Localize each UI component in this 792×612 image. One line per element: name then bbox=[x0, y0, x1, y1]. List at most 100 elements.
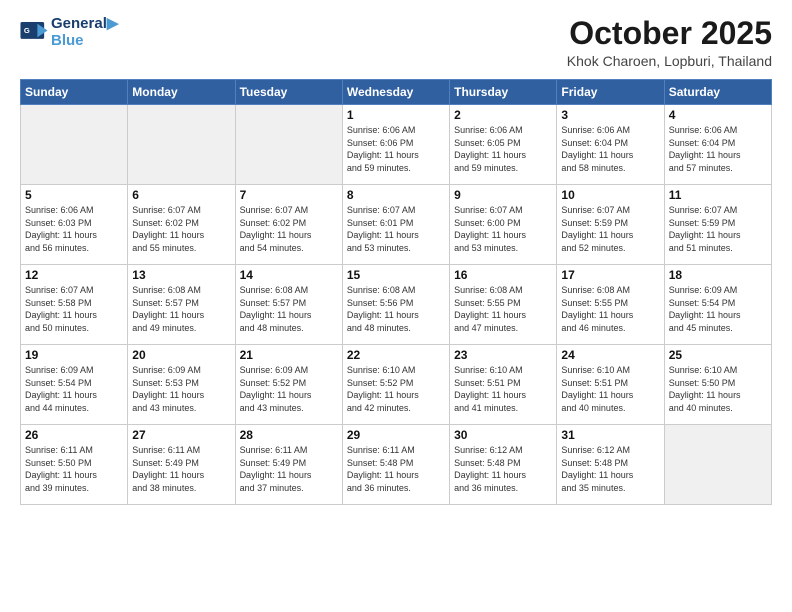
day-number: 11 bbox=[669, 188, 767, 202]
cell-info: Sunrise: 6:11 AMSunset: 5:49 PMDaylight:… bbox=[240, 444, 338, 494]
day-number: 5 bbox=[25, 188, 123, 202]
location: Khok Charoen, Lopburi, Thailand bbox=[567, 53, 772, 69]
day-number: 8 bbox=[347, 188, 445, 202]
cell-info: Sunrise: 6:07 AMSunset: 6:02 PMDaylight:… bbox=[240, 204, 338, 254]
calendar-week-row: 26 Sunrise: 6:11 AMSunset: 5:50 PMDayligh… bbox=[21, 425, 772, 505]
day-number: 3 bbox=[561, 108, 659, 122]
calendar-cell bbox=[128, 105, 235, 185]
weekday-header: Sunday bbox=[21, 80, 128, 105]
calendar-cell: 20 Sunrise: 6:09 AMSunset: 5:53 PMDayligh… bbox=[128, 345, 235, 425]
cell-info: Sunrise: 6:08 AMSunset: 5:55 PMDaylight:… bbox=[454, 284, 552, 334]
calendar-cell bbox=[21, 105, 128, 185]
calendar-cell: 9 Sunrise: 6:07 AMSunset: 6:00 PMDaylight… bbox=[450, 185, 557, 265]
calendar-cell bbox=[664, 425, 771, 505]
cell-info: Sunrise: 6:09 AMSunset: 5:54 PMDaylight:… bbox=[669, 284, 767, 334]
day-number: 19 bbox=[25, 348, 123, 362]
day-number: 1 bbox=[347, 108, 445, 122]
cell-info: Sunrise: 6:08 AMSunset: 5:56 PMDaylight:… bbox=[347, 284, 445, 334]
cell-info: Sunrise: 6:09 AMSunset: 5:53 PMDaylight:… bbox=[132, 364, 230, 414]
calendar-cell: 24Sunrise: 6:10 AMSunset: 5:51 PMDayligh… bbox=[557, 345, 664, 425]
day-number: 15 bbox=[347, 268, 445, 282]
logo-text: General▶ Blue bbox=[51, 16, 118, 49]
calendar-cell: 29Sunrise: 6:11 AMSunset: 5:48 PMDayligh… bbox=[342, 425, 449, 505]
day-number: 6 bbox=[132, 188, 230, 202]
calendar-cell: 1 Sunrise: 6:06 AMSunset: 6:06 PMDaylight… bbox=[342, 105, 449, 185]
calendar-cell: 11 Sunrise: 6:07 AMSunset: 5:59 PMDayligh… bbox=[664, 185, 771, 265]
cell-info: Sunrise: 6:07 AMSunset: 5:59 PMDaylight:… bbox=[669, 204, 767, 254]
page: G General▶ Blue October 2025 Khok Charoe… bbox=[0, 0, 792, 612]
cell-info: Sunrise: 6:06 AMSunset: 6:04 PMDaylight:… bbox=[669, 124, 767, 174]
day-number: 28 bbox=[240, 428, 338, 442]
day-number: 24 bbox=[561, 348, 659, 362]
weekday-row: SundayMondayTuesdayWednesdayThursdayFrid… bbox=[21, 80, 772, 105]
weekday-header: Monday bbox=[128, 80, 235, 105]
day-number: 7 bbox=[240, 188, 338, 202]
weekday-header: Saturday bbox=[664, 80, 771, 105]
day-number: 9 bbox=[454, 188, 552, 202]
day-number: 21 bbox=[240, 348, 338, 362]
cell-info: Sunrise: 6:10 AMSunset: 5:51 PMDaylight:… bbox=[454, 364, 552, 414]
day-number: 23 bbox=[454, 348, 552, 362]
calendar-week-row: 1 Sunrise: 6:06 AMSunset: 6:06 PMDaylight… bbox=[21, 105, 772, 185]
calendar-cell: 30 Sunrise: 6:12 AMSunset: 5:48 PMDayligh… bbox=[450, 425, 557, 505]
day-number: 12 bbox=[25, 268, 123, 282]
cell-info: Sunrise: 6:11 AMSunset: 5:49 PMDaylight:… bbox=[132, 444, 230, 494]
calendar-cell: 23 Sunrise: 6:10 AMSunset: 5:51 PMDayligh… bbox=[450, 345, 557, 425]
cell-info: Sunrise: 6:08 AMSunset: 5:55 PMDaylight:… bbox=[561, 284, 659, 334]
weekday-header: Wednesday bbox=[342, 80, 449, 105]
calendar-cell: 13 Sunrise: 6:08 AMSunset: 5:57 PMDayligh… bbox=[128, 265, 235, 345]
day-number: 2 bbox=[454, 108, 552, 122]
calendar-cell: 28 Sunrise: 6:11 AMSunset: 5:49 PMDayligh… bbox=[235, 425, 342, 505]
calendar-cell: 16Sunrise: 6:08 AMSunset: 5:55 PMDayligh… bbox=[450, 265, 557, 345]
calendar-table: SundayMondayTuesdayWednesdayThursdayFrid… bbox=[20, 79, 772, 505]
calendar-header: SundayMondayTuesdayWednesdayThursdayFrid… bbox=[21, 80, 772, 105]
day-number: 30 bbox=[454, 428, 552, 442]
title-block: October 2025 Khok Charoen, Lopburi, Thai… bbox=[567, 16, 772, 69]
weekday-header: Tuesday bbox=[235, 80, 342, 105]
day-number: 20 bbox=[132, 348, 230, 362]
day-number: 17 bbox=[561, 268, 659, 282]
cell-info: Sunrise: 6:07 AMSunset: 6:00 PMDaylight:… bbox=[454, 204, 552, 254]
calendar-body: 1 Sunrise: 6:06 AMSunset: 6:06 PMDaylight… bbox=[21, 105, 772, 505]
header: G General▶ Blue October 2025 Khok Charoe… bbox=[20, 16, 772, 69]
calendar-cell: 19Sunrise: 6:09 AMSunset: 5:54 PMDayligh… bbox=[21, 345, 128, 425]
cell-info: Sunrise: 6:07 AMSunset: 5:58 PMDaylight:… bbox=[25, 284, 123, 334]
calendar-cell: 27Sunrise: 6:11 AMSunset: 5:49 PMDayligh… bbox=[128, 425, 235, 505]
calendar-week-row: 19Sunrise: 6:09 AMSunset: 5:54 PMDayligh… bbox=[21, 345, 772, 425]
day-number: 31 bbox=[561, 428, 659, 442]
calendar-cell: 14Sunrise: 6:08 AMSunset: 5:57 PMDayligh… bbox=[235, 265, 342, 345]
day-number: 26 bbox=[25, 428, 123, 442]
calendar-cell: 8 Sunrise: 6:07 AMSunset: 6:01 PMDaylight… bbox=[342, 185, 449, 265]
cell-info: Sunrise: 6:12 AMSunset: 5:48 PMDaylight:… bbox=[454, 444, 552, 494]
calendar-cell: 21 Sunrise: 6:09 AMSunset: 5:52 PMDayligh… bbox=[235, 345, 342, 425]
cell-info: Sunrise: 6:07 AMSunset: 6:01 PMDaylight:… bbox=[347, 204, 445, 254]
cell-info: Sunrise: 6:06 AMSunset: 6:04 PMDaylight:… bbox=[561, 124, 659, 174]
calendar-cell: 18 Sunrise: 6:09 AMSunset: 5:54 PMDayligh… bbox=[664, 265, 771, 345]
calendar-cell: 12 Sunrise: 6:07 AMSunset: 5:58 PMDayligh… bbox=[21, 265, 128, 345]
calendar-cell: 25Sunrise: 6:10 AMSunset: 5:50 PMDayligh… bbox=[664, 345, 771, 425]
day-number: 18 bbox=[669, 268, 767, 282]
cell-info: Sunrise: 6:11 AMSunset: 5:48 PMDaylight:… bbox=[347, 444, 445, 494]
cell-info: Sunrise: 6:11 AMSunset: 5:50 PMDaylight:… bbox=[25, 444, 123, 494]
cell-info: Sunrise: 6:10 AMSunset: 5:52 PMDaylight:… bbox=[347, 364, 445, 414]
weekday-header: Friday bbox=[557, 80, 664, 105]
calendar-cell: 17 Sunrise: 6:08 AMSunset: 5:55 PMDayligh… bbox=[557, 265, 664, 345]
calendar-cell: 31 Sunrise: 6:12 AMSunset: 5:48 PMDayligh… bbox=[557, 425, 664, 505]
cell-info: Sunrise: 6:06 AMSunset: 6:06 PMDaylight:… bbox=[347, 124, 445, 174]
calendar-week-row: 5Sunrise: 6:06 AMSunset: 6:03 PMDaylight… bbox=[21, 185, 772, 265]
day-number: 25 bbox=[669, 348, 767, 362]
calendar-cell: 2Sunrise: 6:06 AMSunset: 6:05 PMDaylight… bbox=[450, 105, 557, 185]
cell-info: Sunrise: 6:12 AMSunset: 5:48 PMDaylight:… bbox=[561, 444, 659, 494]
cell-info: Sunrise: 6:08 AMSunset: 5:57 PMDaylight:… bbox=[132, 284, 230, 334]
calendar-cell: 10Sunrise: 6:07 AMSunset: 5:59 PMDayligh… bbox=[557, 185, 664, 265]
svg-text:G: G bbox=[24, 26, 30, 35]
weekday-header: Thursday bbox=[450, 80, 557, 105]
day-number: 13 bbox=[132, 268, 230, 282]
day-number: 4 bbox=[669, 108, 767, 122]
cell-info: Sunrise: 6:09 AMSunset: 5:52 PMDaylight:… bbox=[240, 364, 338, 414]
month-title: October 2025 bbox=[567, 16, 772, 51]
calendar-cell: 4 Sunrise: 6:06 AMSunset: 6:04 PMDaylight… bbox=[664, 105, 771, 185]
cell-info: Sunrise: 6:07 AMSunset: 5:59 PMDaylight:… bbox=[561, 204, 659, 254]
calendar-week-row: 12 Sunrise: 6:07 AMSunset: 5:58 PMDayligh… bbox=[21, 265, 772, 345]
logo-icon: G bbox=[20, 22, 48, 44]
